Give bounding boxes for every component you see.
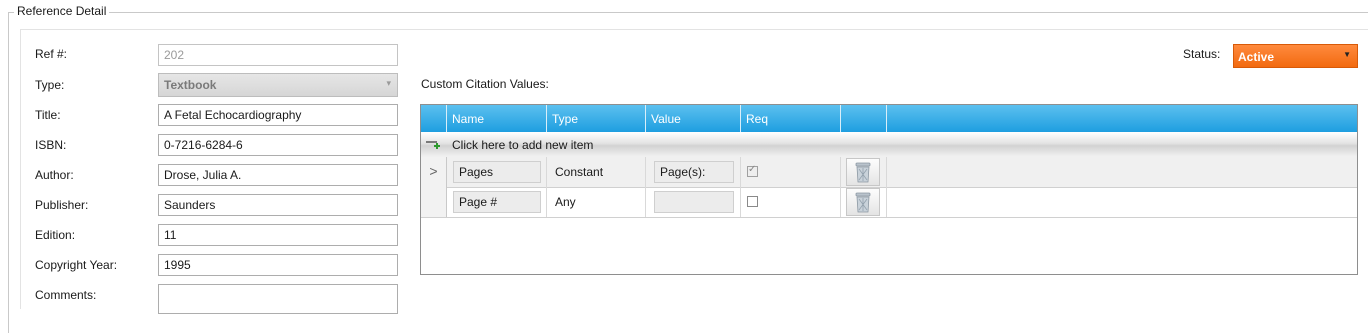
grid-header: Name Type Value Req (421, 105, 1357, 132)
header-corner (421, 105, 447, 132)
ref-label: Ref #: (35, 47, 68, 61)
row-req-checkbox[interactable] (747, 164, 758, 177)
row-type-cell[interactable]: Constant (555, 165, 603, 179)
trash-icon (855, 162, 871, 183)
row-indicator: > (421, 157, 447, 187)
column-divider (840, 187, 841, 217)
column-header-type[interactable]: Type (547, 105, 646, 132)
edition-field[interactable]: 11 (158, 224, 398, 246)
column-divider (886, 157, 887, 187)
trash-icon (855, 192, 871, 213)
author-field[interactable]: Drose, Julia A. (158, 164, 398, 186)
citation-grid: Name Type Value Req Click here to add ne… (420, 104, 1358, 275)
ref-field: 202 (158, 44, 398, 66)
row-name-field[interactable]: Pages (453, 161, 541, 183)
chevron-down-icon: ▼ (1343, 50, 1351, 59)
publisher-label: Publisher: (35, 198, 89, 212)
column-divider (645, 187, 646, 217)
status-select-value: Active (1238, 50, 1275, 64)
add-row-icon (426, 141, 440, 149)
column-divider (740, 187, 741, 217)
copyright-year-field[interactable]: 1995 (158, 254, 398, 276)
row-value-field[interactable] (654, 191, 734, 213)
type-select-value: Textbook (164, 78, 217, 92)
column-divider (886, 187, 887, 217)
isbn-field[interactable]: 0-7216-6284-6 (158, 134, 398, 156)
type-select[interactable]: Textbook ▾ (158, 73, 398, 97)
row-indicator (421, 187, 447, 217)
chevron-down-icon: ▾ (386, 78, 391, 88)
column-header-req[interactable]: Req (741, 105, 841, 132)
column-divider (546, 187, 547, 217)
row-name-field[interactable]: Page # (453, 191, 541, 213)
publisher-field[interactable]: Saunders (158, 194, 398, 216)
edition-label: Edition: (35, 228, 76, 242)
copyright-year-label: Copyright Year: (35, 258, 118, 272)
add-new-item-row[interactable]: Click here to add new item (421, 132, 1357, 158)
status-label: Status: (1183, 47, 1221, 61)
table-row[interactable]: > Pages Constant Page(s): (421, 157, 1357, 188)
status-select[interactable]: Active ▼ (1233, 44, 1358, 68)
column-header-delete (841, 105, 887, 132)
row-value-field[interactable]: Page(s): (654, 161, 734, 183)
column-divider (645, 157, 646, 187)
column-header-value[interactable]: Value (646, 105, 741, 132)
divider (20, 29, 1368, 30)
type-label: Type: (35, 78, 65, 92)
isbn-label: ISBN: (35, 138, 67, 152)
author-label: Author: (35, 168, 74, 182)
comments-field[interactable] (158, 284, 398, 314)
column-divider (840, 157, 841, 187)
title-label: Title: (35, 108, 61, 122)
row-type-cell[interactable]: Any (555, 195, 576, 209)
comments-label: Comments: (35, 288, 97, 302)
title-field[interactable]: A Fetal Echocardiography (158, 104, 398, 126)
row-req-checkbox[interactable] (747, 196, 758, 207)
column-divider (546, 157, 547, 187)
group-title: Reference Detail (14, 4, 110, 18)
divider (20, 29, 21, 309)
row-delete-button[interactable] (846, 158, 880, 186)
table-row[interactable]: Page # Any (421, 187, 1357, 218)
add-new-item-text: Click here to add new item (452, 138, 594, 152)
custom-citation-label: Custom Citation Values: (421, 77, 549, 91)
column-divider (740, 157, 741, 187)
row-delete-button[interactable] (846, 188, 880, 216)
column-header-name[interactable]: Name (447, 105, 547, 132)
